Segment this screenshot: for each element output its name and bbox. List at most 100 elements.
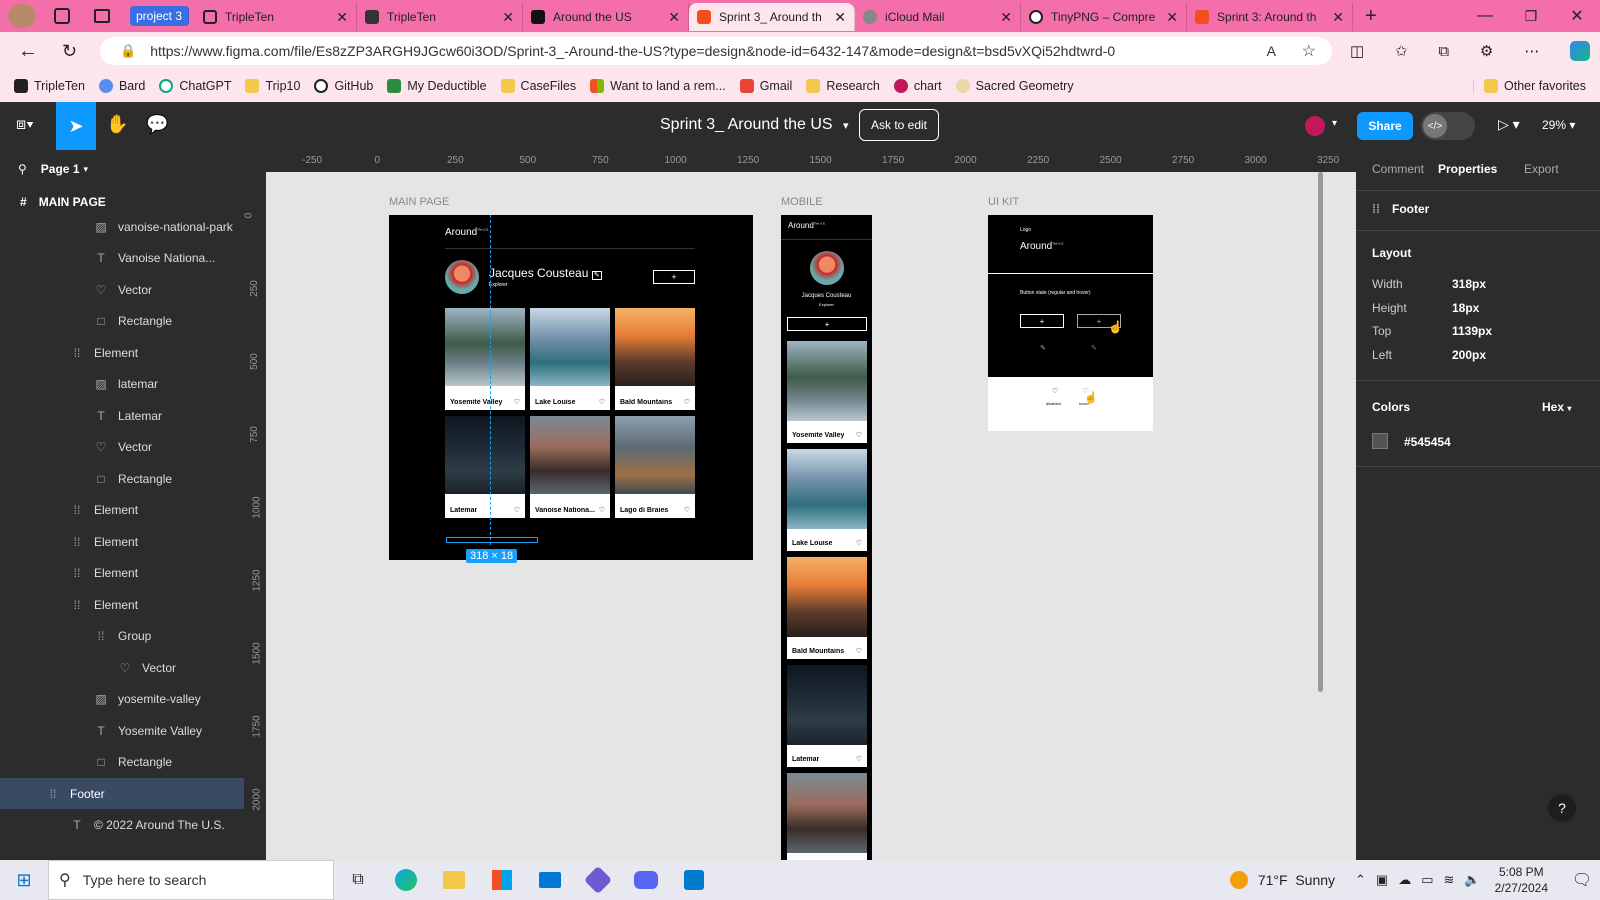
chevron-up-icon[interactable]: ⌃: [1355, 872, 1366, 888]
layer-row[interactable]: □ Rectangle: [0, 463, 244, 494]
layout-value[interactable]: 318px: [1452, 277, 1486, 291]
workspaces-icon[interactable]: [54, 8, 70, 24]
layout-value[interactable]: 1139px: [1452, 324, 1492, 338]
share-button[interactable]: Share: [1357, 112, 1413, 140]
clock[interactable]: 5:08 PM 2/27/2024: [1495, 864, 1548, 896]
tab-sprint-3-2[interactable]: Sprint 3: Around th ✕: [1187, 3, 1354, 31]
file-explorer-icon[interactable]: [430, 871, 478, 889]
page-selector[interactable]: ⚲ Page 1 ▾: [18, 162, 88, 176]
extensions-icon[interactable]: ⚙: [1480, 42, 1493, 60]
fav-bard[interactable]: Bard: [98, 79, 145, 93]
layout-value[interactable]: 200px: [1452, 348, 1486, 362]
tab-around-the-us[interactable]: Around the US ✕: [523, 3, 690, 31]
tab-icloud-mail[interactable]: iCloud Mail ✕: [855, 3, 1022, 31]
ask-to-edit-button[interactable]: Ask to edit: [859, 109, 939, 141]
fav-chart[interactable]: chart: [893, 79, 942, 93]
tab-export[interactable]: Export: [1524, 162, 1559, 176]
close-tab-icon[interactable]: ✕: [834, 9, 846, 26]
close-window-button[interactable]: ✕: [1554, 6, 1600, 26]
tab-properties[interactable]: Properties: [1438, 162, 1497, 176]
mail-icon[interactable]: [526, 872, 574, 888]
close-tab-icon[interactable]: ✕: [502, 9, 514, 26]
discord-icon[interactable]: [622, 871, 670, 889]
read-aloud-icon[interactable]: A: [1267, 43, 1276, 59]
layer-row[interactable]: ⁞⁞ Element: [0, 558, 244, 589]
search-icon[interactable]: ⚲: [18, 162, 27, 176]
layer-row[interactable]: ⁞⁞ Element: [0, 337, 244, 368]
edge-icon[interactable]: [382, 869, 430, 891]
layer-row[interactable]: ⁞⁞ Element: [0, 526, 244, 557]
fav-other-favorites[interactable]: Other favorites: [1473, 79, 1586, 93]
canvas-scrollbar[interactable]: [1318, 172, 1323, 692]
layer-row[interactable]: ▨ yosemite-valley: [0, 684, 244, 715]
battery-icon[interactable]: ▭: [1421, 872, 1433, 888]
hand-tool-icon[interactable]: ✋: [106, 114, 128, 135]
task-view-icon[interactable]: ⧉: [334, 871, 382, 889]
minimize-button[interactable]: —: [1462, 7, 1508, 25]
layer-row[interactable]: T Vanoise Nationa...: [0, 243, 244, 274]
tab-tripleten-1[interactable]: TripleTen ✕: [195, 3, 358, 31]
fav-research[interactable]: Research: [806, 79, 880, 93]
layer-row[interactable]: T Latemar: [0, 400, 244, 431]
layer-main-page[interactable]: # MAIN PAGE: [20, 195, 106, 209]
refresh-button[interactable]: ↻: [62, 41, 77, 62]
layer-row[interactable]: T Yosemite Valley: [0, 715, 244, 746]
color-value[interactable]: #545454: [1404, 435, 1451, 449]
vscode-icon[interactable]: [670, 870, 718, 890]
tab-group-project-3[interactable]: project 3: [130, 6, 190, 26]
color-swatch[interactable]: [1372, 433, 1388, 449]
meet-now-icon[interactable]: ▣: [1376, 872, 1388, 888]
layer-row[interactable]: □ Rectangle: [0, 747, 244, 778]
figma-menu-icon[interactable]: ⧈▾: [16, 116, 42, 136]
lock-icon[interactable]: 🔒: [120, 43, 136, 59]
tab-sprint-3-active[interactable]: Sprint 3_ Around th ✕: [689, 3, 856, 31]
ui-kit-frame[interactable]: Logo AroundThe U.S. Button state (regula…: [988, 215, 1153, 431]
fav-casefiles[interactable]: CaseFiles: [500, 79, 576, 93]
frame-label-main-page[interactable]: MAIN PAGE: [389, 196, 449, 208]
favorites-icon[interactable]: ✩: [1395, 42, 1408, 60]
windows-start-icon[interactable]: ⊞: [0, 870, 48, 891]
help-button[interactable]: ?: [1548, 794, 1576, 822]
close-tab-icon[interactable]: ✕: [668, 9, 680, 26]
frame-label-ui-kit[interactable]: UI KIT: [988, 196, 1019, 208]
move-tool-button[interactable]: ➤: [56, 102, 96, 150]
fav-sacred-geometry[interactable]: Sacred Geometry: [955, 79, 1074, 93]
tab-comment[interactable]: Comment: [1372, 162, 1424, 176]
tab-tripleten-2[interactable]: TripleTen ✕: [357, 3, 524, 31]
layer-row[interactable]: ♡ Vector: [0, 652, 244, 683]
close-tab-icon[interactable]: ✕: [1000, 9, 1012, 26]
close-tab-icon[interactable]: ✕: [1166, 9, 1178, 26]
layer-row[interactable]: ▨ vanoise-national-park: [0, 211, 244, 242]
layout-value[interactable]: 18px: [1452, 301, 1479, 315]
back-button[interactable]: ←: [18, 40, 38, 63]
tab-actions-icon[interactable]: [94, 9, 110, 23]
notifications-icon[interactable]: 🗨: [1564, 870, 1600, 890]
wifi-icon[interactable]: ≋: [1444, 872, 1455, 888]
store-icon[interactable]: [478, 870, 526, 890]
layer-row[interactable]: ⁞⁞ Element: [0, 495, 244, 526]
layer-row[interactable]: ⁞⁞ Footer: [0, 778, 244, 809]
split-screen-icon[interactable]: ◫: [1350, 42, 1364, 60]
comment-tool-icon[interactable]: 💬: [146, 114, 168, 135]
frame-label-mobile[interactable]: MOBILE: [781, 196, 823, 208]
layer-row[interactable]: ⁞⁞ Element: [0, 589, 244, 620]
fav-trip10[interactable]: Trip10: [245, 79, 300, 93]
favorite-star-icon[interactable]: ☆: [1302, 41, 1316, 61]
present-button[interactable]: ▷ ▾: [1498, 116, 1520, 133]
fav-github[interactable]: GitHub: [314, 79, 373, 93]
fav-chatgpt[interactable]: ChatGPT: [159, 79, 231, 93]
onedrive-icon[interactable]: ☁: [1398, 872, 1411, 888]
tab-tinypng[interactable]: TinyPNG – Compre ✕: [1021, 3, 1188, 31]
fav-tripleten[interactable]: TripleTen: [14, 79, 85, 93]
main-page-frame[interactable]: AroundThe U.S. Jacques Cousteau ✎ Explor…: [389, 215, 753, 563]
layer-row[interactable]: □ Rectangle: [0, 306, 244, 337]
url-field[interactable]: 🔒 https://www.figma.com/file/Es8zZP3ARGH…: [100, 37, 1332, 65]
user-avatar[interactable]: [1305, 116, 1325, 136]
design-canvas[interactable]: MAIN PAGE AroundThe U.S. Jacques Coustea…: [266, 172, 1356, 860]
profile-avatar[interactable]: [8, 4, 36, 28]
layer-row[interactable]: ♡ Vector: [0, 432, 244, 463]
maximize-button[interactable]: ❐: [1508, 8, 1554, 25]
close-tab-icon[interactable]: ✕: [1332, 9, 1344, 26]
taskbar-search-field[interactable]: ⚲ Type here to search: [48, 860, 334, 900]
layer-row[interactable]: ♡ Vector: [0, 274, 244, 305]
